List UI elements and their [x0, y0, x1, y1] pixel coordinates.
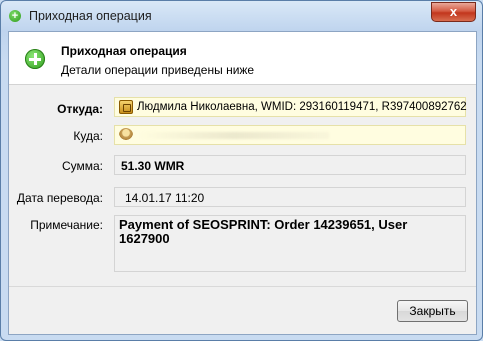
date-value: 14.01.17 11:20: [125, 191, 205, 205]
close-button[interactable]: Закрыть: [397, 300, 468, 322]
wallet-icon: [119, 100, 133, 114]
dialog-header: Приходная операция Детали операции приве…: [9, 32, 476, 85]
from-field[interactable]: Людмила Николаевна, WMID: 293160119471, …: [114, 97, 467, 117]
amount-field: 51.30 WMR: [114, 155, 466, 175]
plus-icon: +: [9, 10, 21, 22]
person-icon: [119, 128, 133, 142]
to-label: Куда:: [73, 129, 103, 143]
operation-dialog: + Приходная операция x Приходная операци…: [0, 0, 483, 341]
header-title: Приходная операция: [61, 44, 187, 58]
window-title: Приходная операция: [29, 9, 152, 23]
title-bar[interactable]: + Приходная операция x: [1, 1, 482, 31]
amount-value: 51.30 WMR: [121, 159, 185, 173]
from-label: Откуда:: [57, 102, 103, 116]
amount-label: Сумма:: [61, 159, 103, 173]
note-value: Payment of SEOSPRINT: Order 14239651, Us…: [119, 217, 408, 246]
date-field: 14.01.17 11:20: [114, 187, 466, 207]
divider: [9, 286, 476, 287]
redacted-value: [139, 132, 329, 139]
dialog-body: Приходная операция Детали операции приве…: [8, 31, 477, 335]
date-label: Дата перевода:: [16, 191, 103, 205]
to-field[interactable]: [114, 125, 466, 145]
from-value: Людмила Николаевна, WMID: 293160119471, …: [137, 101, 467, 113]
window-close-button[interactable]: x: [431, 2, 476, 22]
note-label: Примечание:: [30, 218, 103, 232]
add-icon: [25, 49, 45, 69]
header-subtitle: Детали операции приведены ниже: [61, 63, 255, 77]
note-field: Payment of SEOSPRINT: Order 14239651, Us…: [114, 215, 466, 272]
